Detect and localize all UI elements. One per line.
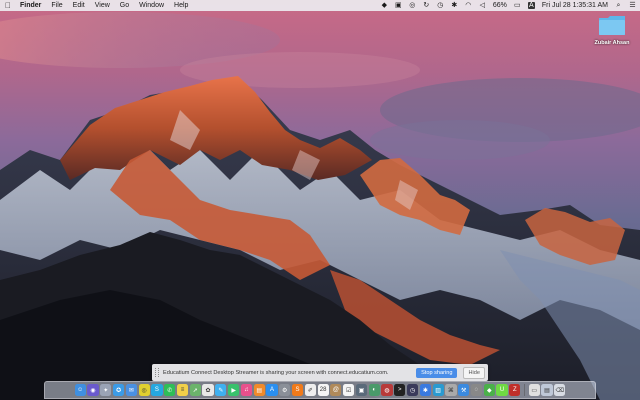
menu-help[interactable]: Help [174, 2, 188, 9]
screen-sharing-bar: Educatium Connect Desktop Streamer is sh… [152, 364, 488, 381]
spotlight-icon[interactable]: ⌕ [615, 2, 622, 9]
input-source-icon[interactable]: A [527, 2, 535, 9]
menu-finder[interactable]: Finder [20, 2, 41, 9]
desktop-wallpaper [0, 0, 640, 400]
menu-bar:  Finder File Edit View Go Window Help ◆… [0, 0, 640, 11]
wallpaper-mountains [0, 0, 640, 400]
trash-icon[interactable]: ⌫ [554, 384, 566, 396]
upwork-icon[interactable]: U [496, 384, 508, 396]
dock-separator [524, 384, 525, 396]
contacts-icon[interactable]: @ [330, 384, 342, 396]
safari-icon[interactable]: ✪ [113, 384, 125, 396]
preferences-icon[interactable]: ⚙ [279, 384, 291, 396]
siri-icon[interactable]: ◉ [87, 384, 99, 396]
sync-icon[interactable]: ↻ [423, 2, 430, 9]
filezilla-icon[interactable]: Z [509, 384, 521, 396]
sharing-message: Educatium Connect Desktop Streamer is sh… [163, 369, 389, 376]
ibooks-icon[interactable]: ▤ [253, 384, 265, 396]
reminders-icon[interactable]: ☑ [343, 384, 355, 396]
desktop-folder[interactable]: Zubair Ahsan [588, 14, 636, 46]
menu-file[interactable]: File [51, 2, 62, 9]
activity-monitor-icon[interactable]: ▥ [432, 384, 444, 396]
sublime-icon[interactable]: S [291, 384, 304, 396]
stop-sharing-button[interactable]: Stop sharing [416, 367, 458, 378]
whatsapp-icon[interactable]: ✆ [164, 384, 176, 396]
launchpad-icon[interactable]: ✦ [100, 384, 112, 396]
menu-go[interactable]: Go [120, 2, 129, 9]
battery-icon[interactable]: ▭ [514, 2, 521, 9]
maps-icon[interactable]: ➚ [189, 384, 201, 396]
android-studio-icon[interactable]: ◆ [483, 384, 495, 396]
folder-label: Zubair Ahsan [594, 40, 630, 46]
menu-view[interactable]: View [95, 2, 110, 9]
menu-edit[interactable]: Edit [73, 2, 85, 9]
messages-icon[interactable]: ✎ [215, 384, 227, 396]
itunes-icon[interactable]: ♫ [240, 384, 252, 396]
finder-icon[interactable]: ☺ [74, 384, 86, 396]
documents-stack-icon[interactable]: ▭ [528, 384, 540, 396]
finder-window-icon[interactable]: ▣ [355, 384, 368, 396]
tunnelblick-icon[interactable]: ◌ [470, 384, 483, 396]
whatsapp-status-icon[interactable]: ◎ [409, 2, 416, 9]
battery-percent[interactable]: 66% [493, 2, 507, 9]
folder-icon [599, 16, 625, 35]
time-machine-icon[interactable]: ◷ [437, 2, 444, 9]
clock[interactable]: Fri Jul 28 1:35:31 AM [542, 2, 608, 9]
dock: ☺ ◉ ✦ ✪ ✉ ◎ S ✆ ≡ ➚ ✿ ✎ ▶ ♫ ▤ A ⚙ S ✐ 28 @ ☑ ▣ ◐ ◍ > ◷ ✱ ▥ ⌘ ⚒ ◌ ◆ U Z ▭ ▤ ⌫ [44, 381, 596, 399]
dashboard-icon[interactable]: ◷ [406, 384, 419, 396]
screen-sharing-icon[interactable]: ◐ [368, 384, 380, 396]
chrome-icon[interactable]: ◎ [138, 384, 150, 396]
wifi-icon[interactable]: ◠ [465, 2, 472, 9]
photos-icon[interactable]: ✿ [202, 384, 214, 396]
status-area: ◆ ▣ ◎ ↻ ◷ ✱ ◠ ◁ 66% ▭ A Fri Jul 28 1:35:… [381, 2, 636, 9]
calendar-icon[interactable]: 28 [317, 384, 329, 396]
photo-booth-icon[interactable]: ◍ [381, 384, 393, 396]
keychain-icon[interactable]: ⌘ [445, 384, 457, 396]
downloads-stack-icon[interactable]: ▤ [541, 384, 553, 396]
screen-share-status-icon[interactable]: ▣ [395, 2, 402, 9]
facetime-icon[interactable]: ▶ [228, 384, 240, 396]
apple-icon[interactable]:  [4, 1, 12, 10]
terminal-icon[interactable]: > [394, 384, 406, 396]
hide-button[interactable]: Hide [463, 366, 485, 379]
textedit-icon[interactable]: ✐ [304, 384, 316, 396]
bluetooth-icon[interactable]: ✱ [451, 2, 458, 9]
xcode-icon[interactable]: ⚒ [458, 384, 470, 396]
appstore-icon[interactable]: A [266, 384, 278, 396]
notes-icon[interactable]: ≡ [176, 384, 189, 396]
bluetooth-file-icon[interactable]: ✱ [419, 384, 431, 396]
skype-icon[interactable]: S [151, 384, 163, 396]
mail-icon[interactable]: ✉ [125, 384, 137, 396]
notification-center-icon[interactable]: ☰ [629, 2, 636, 9]
menu-window[interactable]: Window [139, 2, 164, 9]
dropbox-icon[interactable]: ◆ [381, 2, 388, 9]
volume-icon[interactable]: ◁ [479, 2, 486, 9]
drag-handle[interactable] [155, 368, 159, 377]
